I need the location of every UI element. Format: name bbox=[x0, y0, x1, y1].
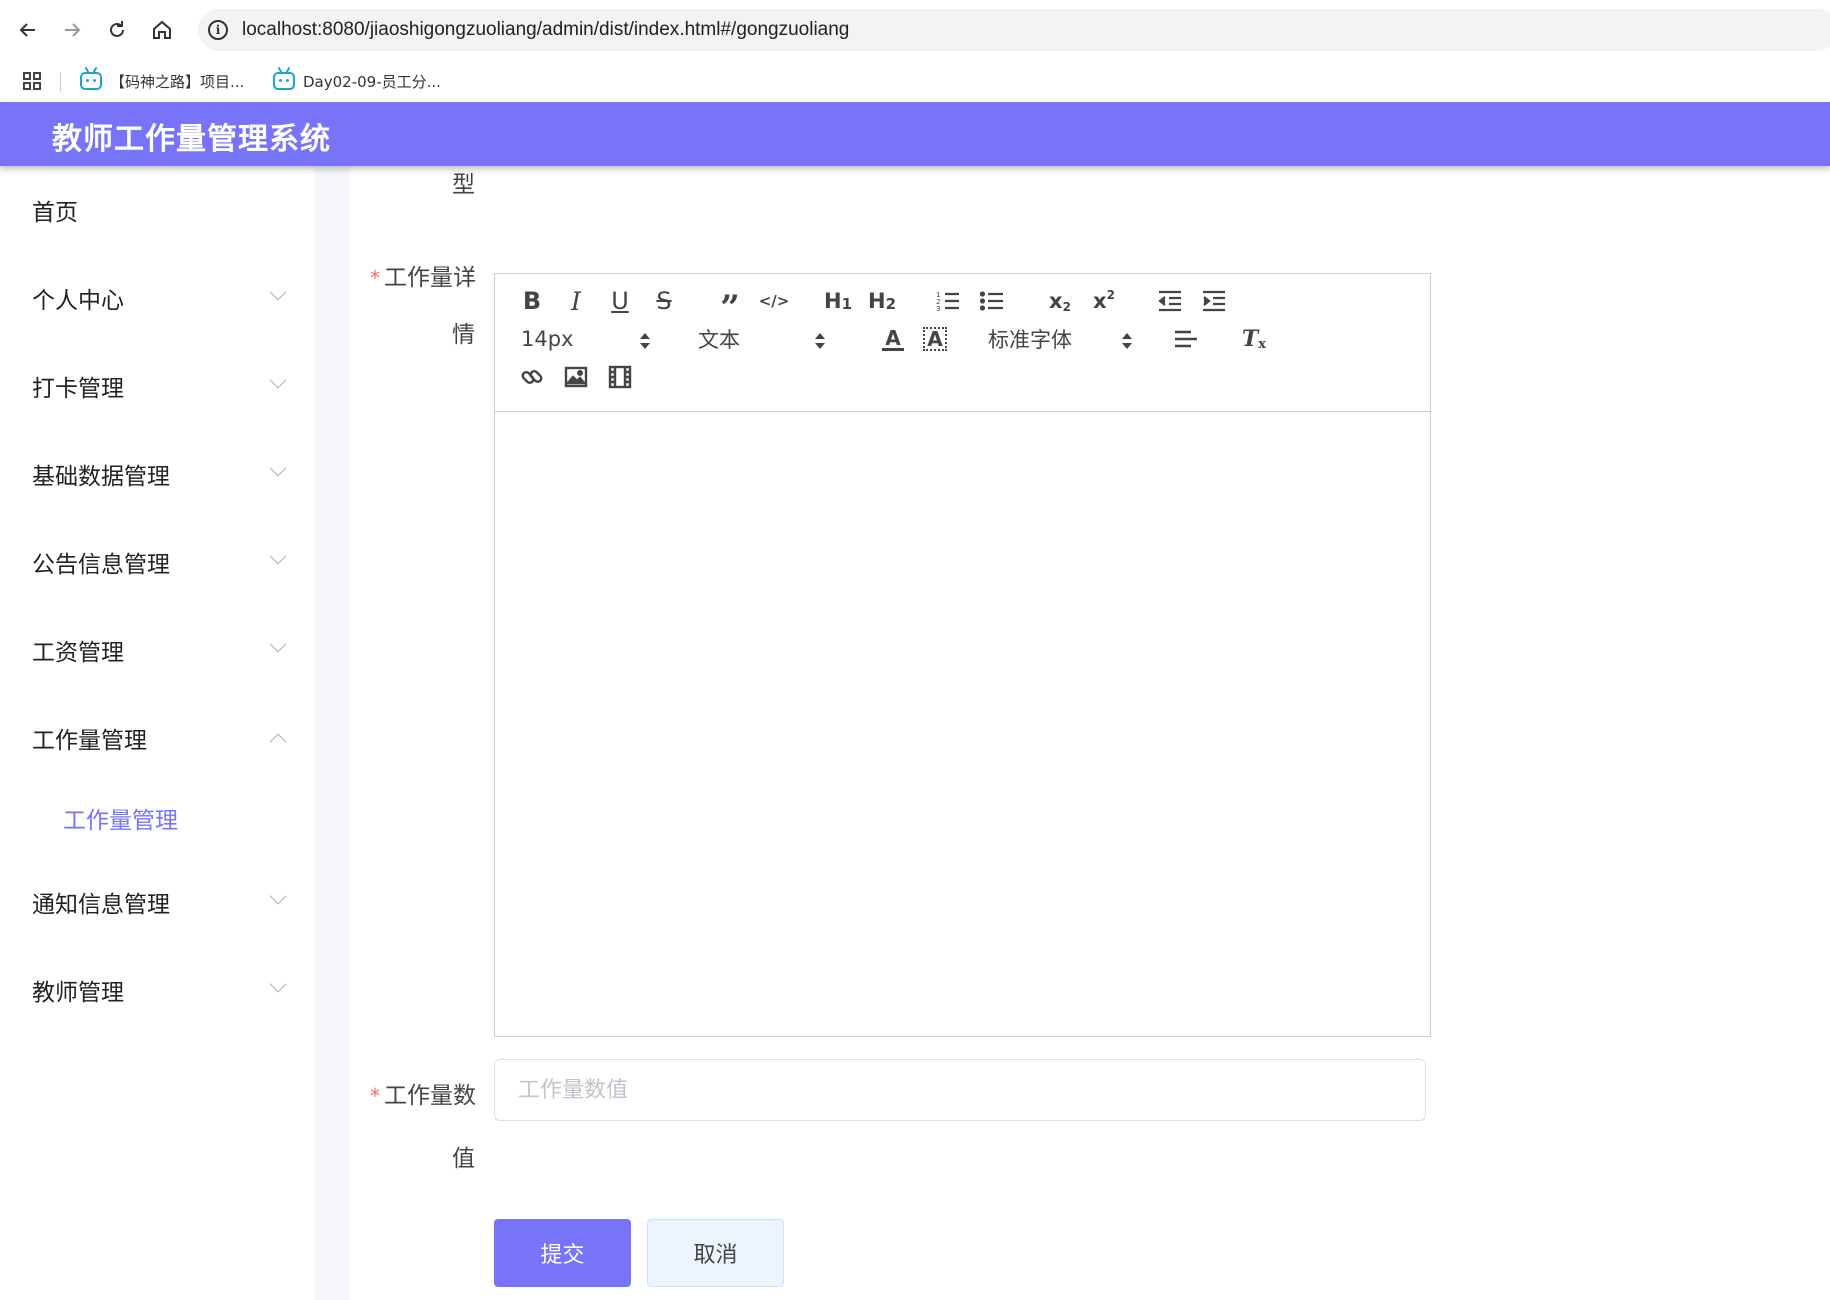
indent-icon[interactable] bbox=[1199, 286, 1229, 316]
bookmark-label: 【码神之路】项目... bbox=[110, 72, 245, 91]
workload-detail-label-text: 工作量详 bbox=[384, 265, 476, 291]
sidebar: 首页 个人中心 打卡管理 基础数据管理 公告信息管理 工资管理 工作量管理 工作… bbox=[0, 166, 314, 1300]
superscript-icon[interactable]: x2 bbox=[1089, 286, 1119, 316]
bold-icon[interactable]: B bbox=[517, 286, 547, 316]
header-sort-icon bbox=[815, 333, 825, 349]
workload-value-label-line2: 值 bbox=[452, 1146, 475, 1172]
sidebar-item-label: 公告信息管理 bbox=[32, 552, 170, 578]
chevron-down-icon bbox=[269, 547, 287, 565]
bilibili-icon bbox=[273, 66, 295, 90]
sidebar-item-label: 打卡管理 bbox=[32, 376, 124, 402]
header-select-value: 文本 bbox=[698, 328, 740, 352]
app-header: 教师工作量管理系统 bbox=[0, 102, 1830, 166]
cancel-button[interactable]: 取消 bbox=[647, 1219, 784, 1287]
sidebar-item-personal-center[interactable]: 个人中心 bbox=[0, 268, 314, 328]
sidebar-item-home[interactable]: 首页 bbox=[0, 180, 314, 240]
header2-icon[interactable]: H2 bbox=[865, 286, 899, 316]
apps-icon[interactable] bbox=[22, 66, 42, 96]
font-size-select[interactable]: 14px bbox=[521, 324, 651, 354]
submit-button[interactable]: 提交 bbox=[494, 1219, 631, 1287]
italic-icon[interactable]: I bbox=[561, 286, 591, 316]
bookmark-label: Day02-09-员工分... bbox=[303, 72, 441, 91]
bookmarks-divider bbox=[60, 72, 61, 92]
chevron-down-icon bbox=[269, 459, 287, 477]
font-family-select[interactable]: 标准字体 bbox=[988, 324, 1138, 354]
workload-value-label-text: 工作量数 bbox=[384, 1083, 476, 1109]
sidebar-item-checkin[interactable]: 打卡管理 bbox=[0, 356, 314, 416]
sidebar-item-label: 基础数据管理 bbox=[32, 464, 170, 490]
workload-detail-label-line2: 情 bbox=[452, 322, 475, 348]
bilibili-icon bbox=[80, 66, 102, 90]
header1-icon[interactable]: H1 bbox=[821, 286, 855, 316]
bullet-list-icon[interactable] bbox=[977, 286, 1007, 316]
sidebar-item-salary[interactable]: 工资管理 bbox=[0, 620, 314, 680]
strike-icon[interactable]: S bbox=[649, 286, 679, 316]
chevron-down-icon bbox=[269, 371, 287, 389]
sidebar-item-label: 首页 bbox=[32, 200, 78, 226]
editor-content-area[interactable] bbox=[495, 413, 1430, 1036]
chevron-down-icon bbox=[269, 975, 287, 993]
rich-text-editor: B I U S ” </> H1 H2 123 x2 x2 14px 文本 A … bbox=[494, 273, 1431, 1037]
app-title: 教师工作量管理系统 bbox=[52, 122, 331, 157]
forward-icon[interactable] bbox=[54, 12, 90, 48]
image-icon[interactable] bbox=[561, 362, 591, 392]
sidebar-item-label: 教师管理 bbox=[32, 980, 124, 1006]
reload-icon[interactable] bbox=[99, 12, 135, 48]
browser-toolbar: i localhost:8080/jiaoshigongzuoliang/adm… bbox=[0, 0, 1830, 60]
sidebar-item-teacher[interactable]: 教师管理 bbox=[0, 960, 314, 1020]
home-icon[interactable] bbox=[144, 12, 180, 48]
ordered-list-icon[interactable]: 123 bbox=[933, 286, 963, 316]
sidebar-item-label: 工资管理 bbox=[32, 640, 124, 666]
align-left-icon[interactable] bbox=[1171, 324, 1201, 354]
font-size-sort-icon bbox=[640, 333, 650, 349]
sidebar-item-workload[interactable]: 工作量管理 bbox=[0, 708, 314, 768]
bookmarks-bar: 【码神之路】项目... Day02-09-员工分... bbox=[0, 60, 1830, 102]
font-size-value: 14px bbox=[521, 327, 574, 351]
sidebar-item-announcement[interactable]: 公告信息管理 bbox=[0, 532, 314, 592]
sidebar-subitem-workload[interactable]: 工作量管理 bbox=[0, 788, 314, 848]
video-icon[interactable] bbox=[605, 362, 635, 392]
sidebar-item-label: 工作量管理 bbox=[32, 728, 147, 754]
text-color-icon[interactable]: A bbox=[878, 324, 908, 354]
sidebar-item-label: 通知信息管理 bbox=[32, 892, 170, 918]
bookmark-item[interactable]: Day02-09-员工分... bbox=[273, 66, 441, 96]
underline-icon[interactable]: U bbox=[605, 286, 635, 316]
header-select[interactable]: 文本 bbox=[698, 324, 828, 354]
font-family-value: 标准字体 bbox=[988, 328, 1072, 352]
font-family-sort-icon bbox=[1122, 333, 1132, 349]
link-icon[interactable] bbox=[517, 362, 547, 392]
required-mark: * bbox=[370, 1084, 380, 1108]
type-label-tail: 型 bbox=[452, 172, 475, 198]
workload-value-input[interactable] bbox=[494, 1059, 1426, 1121]
site-info-icon[interactable]: i bbox=[208, 20, 228, 40]
editor-toolbar: B I U S ” </> H1 H2 123 x2 x2 14px 文本 A … bbox=[495, 274, 1430, 412]
back-icon[interactable] bbox=[10, 12, 46, 48]
background-color-icon[interactable]: A bbox=[920, 324, 950, 354]
required-mark: * bbox=[370, 266, 380, 290]
clean-format-icon[interactable]: Tx bbox=[1239, 324, 1269, 354]
sidebar-item-base-data[interactable]: 基础数据管理 bbox=[0, 444, 314, 504]
url-text[interactable]: localhost:8080/jiaoshigongzuoliang/admin… bbox=[242, 19, 849, 41]
sidebar-item-notice[interactable]: 通知信息管理 bbox=[0, 872, 314, 932]
sidebar-item-label: 个人中心 bbox=[32, 288, 124, 314]
chevron-down-icon bbox=[269, 635, 287, 653]
blockquote-icon[interactable]: ” bbox=[715, 286, 745, 328]
content-gutter bbox=[314, 166, 350, 1300]
sidebar-subitem-label: 工作量管理 bbox=[63, 808, 178, 834]
svg-text:3: 3 bbox=[936, 305, 940, 312]
code-block-icon[interactable]: </> bbox=[759, 286, 790, 316]
bookmark-item[interactable]: 【码神之路】项目... bbox=[80, 66, 244, 96]
outdent-icon[interactable] bbox=[1155, 286, 1185, 316]
workload-value-label: * 工作量数 bbox=[370, 1076, 476, 1110]
subscript-icon[interactable]: x2 bbox=[1045, 286, 1075, 316]
workload-detail-label: * 工作量详 bbox=[370, 258, 476, 292]
address-bar[interactable]: i localhost:8080/jiaoshigongzuoliang/adm… bbox=[198, 9, 1830, 51]
chevron-down-icon bbox=[269, 887, 287, 905]
chevron-up-icon bbox=[269, 733, 287, 751]
chevron-down-icon bbox=[269, 283, 287, 301]
